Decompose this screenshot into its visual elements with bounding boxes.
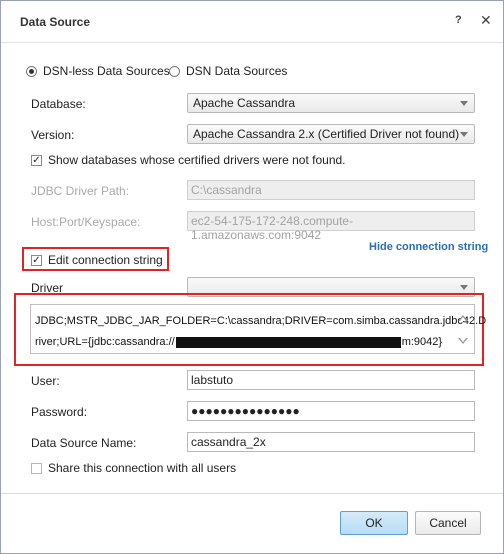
password-label: Password: — [31, 405, 88, 419]
share-connection-checkbox-row[interactable]: Share this connection with all users — [31, 461, 236, 475]
connection-string-line2-prefix: river;URL={jdbc:cassandra:// — [35, 336, 175, 348]
data-source-name-field[interactable]: cassandra_2x — [187, 432, 475, 452]
checkbox-checked-icon[interactable]: ✓ — [31, 254, 42, 266]
dialog-footer: OK Cancel — [1, 493, 503, 553]
password-field[interactable]: ●●●●●●●●●●●●●●● — [187, 401, 475, 421]
version-select-value: Apache Cassandra 2.x (Certified Driver n… — [193, 127, 460, 141]
show-uncertified-label: Show databases whose certified drivers w… — [48, 153, 346, 167]
redacted-text — [175, 336, 401, 348]
help-button[interactable]: ? — [455, 14, 462, 26]
cancel-button[interactable]: Cancel — [415, 511, 481, 535]
jdbc-driver-path-label: JDBC Driver Path: — [31, 184, 130, 198]
database-select[interactable]: Apache Cassandra — [187, 93, 475, 113]
connection-string-line1: JDBC;MSTR_JDBC_JAR_FOLDER=C:\cassandra;D… — [35, 315, 487, 327]
radio-button-selected-icon[interactable] — [26, 65, 37, 77]
jdbc-driver-path-field[interactable]: C:\cassandra — [187, 180, 475, 200]
share-connection-label: Share this connection with all users — [48, 461, 237, 475]
version-label: Version: — [31, 128, 75, 142]
close-icon[interactable]: ✕ — [480, 12, 492, 29]
database-label: Database: — [31, 97, 86, 111]
connection-string-text: JDBC;MSTR_JDBC_JAR_FOLDER=C:\cassandra;D… — [35, 311, 487, 353]
radio-dsn[interactable]: DSN Data Sources — [169, 64, 287, 78]
chevron-down-icon — [460, 132, 468, 137]
host-port-keyspace-label: Host:Port/Keyspace: — [31, 215, 141, 229]
ok-button[interactable]: OK — [340, 511, 408, 535]
host-port-keyspace-field[interactable]: ec2-54-175-172-248.compute-1.amazonaws.c… — [187, 211, 475, 242]
chevron-down-icon — [460, 285, 468, 290]
database-select-value: Apache Cassandra — [193, 96, 296, 110]
show-uncertified-checkbox-row[interactable]: ✓ Show databases whose certified drivers… — [31, 153, 346, 167]
radio-button-icon[interactable] — [169, 65, 180, 77]
user-label: User: — [31, 374, 60, 388]
checkbox-unchecked-icon[interactable] — [31, 462, 42, 474]
chevron-down-icon — [460, 101, 468, 106]
version-select[interactable]: Apache Cassandra 2.x (Certified Driver n… — [187, 124, 475, 144]
hide-connection-string-link[interactable]: Hide connection string — [369, 241, 488, 253]
connection-string-textarea[interactable]: JDBC;MSTR_JDBC_JAR_FOLDER=C:\cassandra;D… — [30, 304, 487, 354]
dialog-title: Data Source — [20, 15, 91, 29]
title-bar: Data Source ? ✕ — [1, 1, 503, 43]
radio-dsnless[interactable]: DSN-less Data Sources — [26, 64, 170, 78]
scroll-up-icon[interactable] — [458, 315, 468, 321]
radio-dsnless-label: DSN-less Data Sources — [43, 64, 170, 78]
edit-connection-checkbox-row[interactable]: ✓ Edit connection string — [31, 253, 163, 267]
user-field[interactable]: labstuto — [187, 370, 475, 390]
radio-dsn-label: DSN Data Sources — [186, 64, 288, 78]
connection-string-line2: river;URL={jdbc:cassandra:// m:9042} — [35, 332, 455, 353]
connection-string-line2-suffix: m:9042} — [401, 336, 443, 348]
checkbox-checked-icon[interactable]: ✓ — [31, 154, 42, 166]
data-source-dialog: Data Source ? ✕ DSN-less Data Sources DS… — [0, 0, 504, 554]
edit-connection-label: Edit connection string — [48, 253, 163, 267]
data-source-name-label: Data Source Name: — [31, 436, 137, 450]
scroll-down-icon[interactable] — [458, 338, 468, 344]
